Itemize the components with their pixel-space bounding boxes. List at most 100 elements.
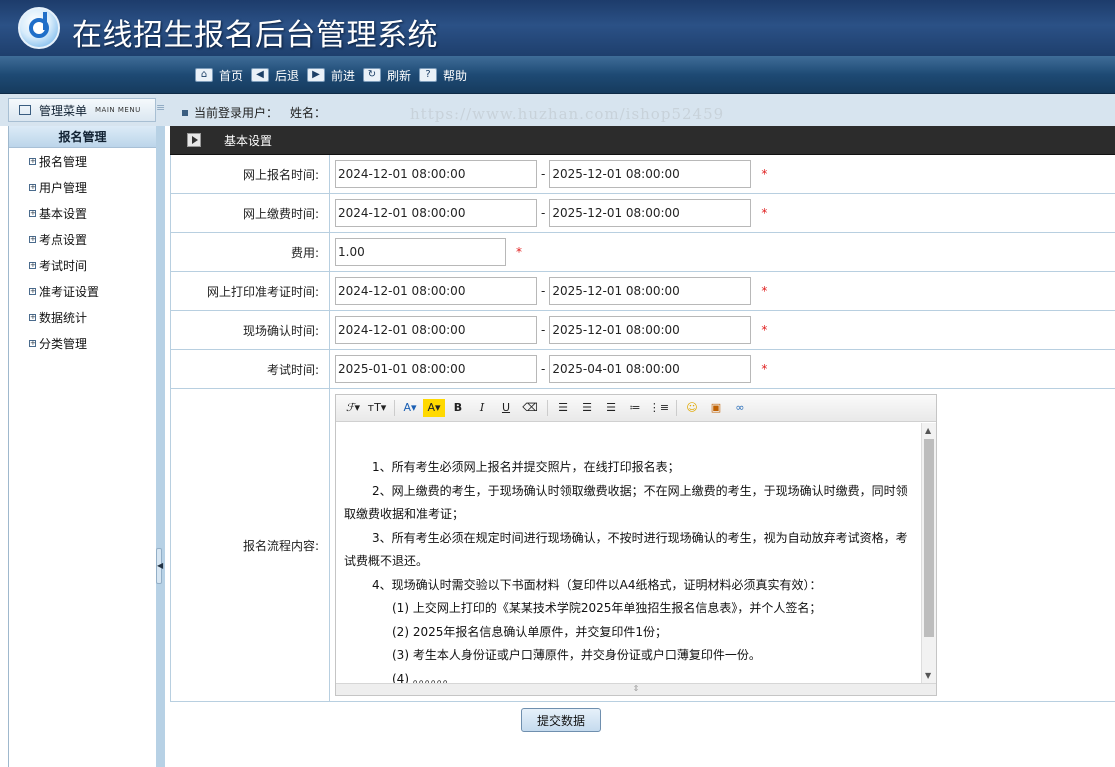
sidebar-item-registration[interactable]: + 报名管理 — [9, 148, 156, 174]
underline-icon[interactable]: U — [495, 399, 517, 417]
sidebar-group-header[interactable]: 报名管理 — [9, 126, 156, 148]
required-mark: * — [761, 206, 768, 220]
user-info: 当前登录用户： 姓名： — [182, 104, 326, 121]
editor-toolbar: ℱ▾ тT▾ A▾ A▾ B I U ⌫ ☰ ☰ ☰ ≔ ⋮≡ ☺ ▣ ∞ — [336, 395, 936, 422]
required-mark: * — [761, 284, 768, 298]
plus-icon: + — [29, 260, 36, 269]
help-button[interactable]: ? 帮助 — [419, 67, 467, 83]
sidebar-item-basic-settings[interactable]: + 基本设置 — [9, 200, 156, 226]
sidebar-item-categories[interactable]: + 分类管理 — [9, 330, 156, 356]
registration-end-input[interactable]: 2025-12-01 08:00:00 — [549, 160, 752, 188]
back-arrow-icon: ◀ — [251, 68, 269, 82]
form-row-exam-time: 考试时间: 2025-01-01 08:00:00 - 2025-04-01 0… — [170, 350, 1115, 389]
ordered-list-icon[interactable]: ≔ — [624, 399, 646, 417]
form-row-online-payment: 网上缴费时间: 2024-12-01 08:00:00 - 2025-12-01… — [170, 194, 1115, 233]
sidebar-item-users[interactable]: + 用户管理 — [9, 174, 156, 200]
app-header: 在线招生报名后台管理系统 — [0, 0, 1115, 56]
back-button[interactable]: ◀ 后退 — [251, 67, 299, 83]
settings-form: 网上报名时间: 2024-12-01 08:00:00 - 2025-12-01… — [170, 155, 1115, 702]
highlight-color-icon[interactable]: A▾ — [423, 399, 445, 417]
payment-end-input[interactable]: 2025-12-01 08:00:00 — [549, 199, 752, 227]
field-label: 网上报名时间: — [170, 155, 330, 193]
watermark: https://www.huzhan.com/ishop52459 — [410, 105, 725, 123]
exam-start-input[interactable]: 2025-01-01 08:00:00 — [335, 355, 537, 383]
home-icon: ⌂ — [195, 68, 213, 82]
sidebar-item-exam-sites[interactable]: + 考点设置 — [9, 226, 156, 252]
required-mark: * — [761, 362, 768, 376]
emoticon-icon[interactable]: ☺ — [681, 399, 703, 417]
form-row-onsite-confirm: 现场确认时间: 2024-12-01 08:00:00 - 2025-12-01… — [170, 311, 1115, 350]
scroll-thumb[interactable] — [924, 439, 934, 637]
field-label: 费用: — [170, 233, 330, 271]
plus-icon: + — [29, 208, 36, 217]
print-ticket-end-input[interactable]: 2025-12-01 08:00:00 — [549, 277, 752, 305]
bold-icon[interactable]: B — [447, 399, 469, 417]
menu-header: 管理菜单 MAIN MENU — [8, 98, 156, 122]
align-left-icon[interactable]: ☰ — [552, 399, 574, 417]
font-size-icon[interactable]: тT▾ — [366, 399, 388, 417]
editor-paragraph: 1、所有考生必须网上报名并提交照片，在线打印报名表； — [372, 460, 680, 474]
sidebar-item-statistics[interactable]: + 数据统计 — [9, 304, 156, 330]
unordered-list-icon[interactable]: ⋮≡ — [648, 399, 670, 417]
section-title: 基本设置 — [224, 133, 273, 148]
sidebar-splitter[interactable]: ◀ — [156, 126, 165, 767]
form-row-process-content: 报名流程内容: ℱ▾ тT▾ A▾ A▾ B I U ⌫ ☰ ☰ ☰ ≔ ⋮≡ … — [170, 389, 1115, 702]
required-mark: * — [516, 245, 522, 259]
sidebar-item-admission-ticket[interactable]: + 准考证设置 — [9, 278, 156, 304]
field-label: 现场确认时间: — [170, 311, 330, 349]
editor-subitem: (2) 2025年报名信息确认单原件，并交复印件1份； — [392, 624, 667, 639]
exam-end-input[interactable]: 2025-04-01 08:00:00 — [549, 355, 752, 383]
confirm-start-input[interactable]: 2024-12-01 08:00:00 — [335, 316, 537, 344]
refresh-icon: ↻ — [363, 68, 381, 82]
plus-icon: + — [29, 234, 36, 243]
play-icon — [187, 133, 201, 147]
confirm-end-input[interactable]: 2025-12-01 08:00:00 — [549, 316, 752, 344]
align-right-icon[interactable]: ☰ — [600, 399, 622, 417]
field-label: 网上打印准考证时间: — [170, 272, 330, 310]
forward-arrow-icon: ▶ — [307, 68, 325, 82]
info-band: 管理菜单 MAIN MENU ≡ 当前登录用户： 姓名： https://www… — [0, 94, 1115, 126]
font-family-icon[interactable]: ℱ▾ — [342, 399, 364, 417]
link-icon[interactable]: ∞ — [729, 399, 751, 417]
form-row-print-ticket: 网上打印准考证时间: 2024-12-01 08:00:00 - 2025-12… — [170, 272, 1115, 311]
form-row-fee: 费用: 1.00 * — [170, 233, 1115, 272]
scroll-down-icon[interactable]: ▼ — [925, 671, 931, 680]
app-logo-icon — [18, 7, 60, 49]
menu-icon — [19, 105, 31, 115]
nav-toolbar: ⌂ 首页 ◀ 后退 ▶ 前进 ↻ 刷新 ? 帮助 — [0, 56, 1115, 94]
editor-subitem: (3) 考生本人身份证或户口薄原件，并交身份证或户口薄复印件一份。 — [392, 648, 761, 662]
collapse-arrow-icon[interactable]: ◀ — [156, 548, 163, 584]
fee-input[interactable]: 1.00 — [335, 238, 506, 266]
italic-icon[interactable]: I — [471, 399, 493, 417]
editor-subitem: (1) 上交网上打印的《某某技术学院2025年单独招生报名信息表》，并个人签名； — [392, 601, 822, 615]
field-label: 报名流程内容: — [170, 389, 330, 701]
registration-start-input[interactable]: 2024-12-01 08:00:00 — [335, 160, 537, 188]
required-mark: * — [761, 323, 768, 337]
forward-button[interactable]: ▶ 前进 — [307, 67, 355, 83]
menu-toggle-icon[interactable]: ≡ — [156, 102, 166, 114]
print-ticket-start-input[interactable]: 2024-12-01 08:00:00 — [335, 277, 537, 305]
image-icon[interactable]: ▣ — [705, 399, 727, 417]
editor-paragraph: 4、现场确认时需交验以下书面材料（复印件以A4纸格式，证明材料必须真实有效）： — [372, 577, 822, 592]
scroll-up-icon[interactable]: ▲ — [925, 426, 931, 435]
editor-resize-handle[interactable]: ⇕ — [336, 683, 936, 695]
refresh-button[interactable]: ↻ 刷新 — [363, 67, 411, 83]
submit-button[interactable]: 提交数据 — [521, 708, 601, 732]
align-center-icon[interactable]: ☰ — [576, 399, 598, 417]
home-button[interactable]: ⌂ 首页 — [195, 67, 243, 83]
app-title: 在线招生报名后台管理系统 — [72, 18, 438, 53]
eraser-icon[interactable]: ⌫ — [519, 399, 541, 417]
editor-scrollbar[interactable]: ▲ ▼ — [921, 423, 936, 683]
help-icon: ? — [419, 68, 437, 82]
sidebar-item-exam-time[interactable]: + 考试时间 — [9, 252, 156, 278]
plus-icon: + — [29, 182, 36, 191]
font-color-icon[interactable]: A▾ — [399, 399, 421, 417]
required-mark: * — [761, 167, 768, 181]
plus-icon: + — [29, 338, 36, 347]
bullet-icon — [182, 109, 188, 116]
sidebar: 报名管理 + 报名管理 + 用户管理 + 基本设置 + 考点设置 + 考试时间 + 准考证设… — [8, 126, 156, 767]
payment-start-input[interactable]: 2024-12-01 08:00:00 — [335, 199, 537, 227]
field-label: 考试时间: — [170, 350, 330, 388]
rich-text-editor[interactable]: ℱ▾ тT▾ A▾ A▾ B I U ⌫ ☰ ☰ ☰ ≔ ⋮≡ ☺ ▣ ∞ 1、… — [335, 394, 937, 696]
editor-content[interactable]: 1、所有考生必须网上报名并提交照片，在线打印报名表； 2、网上缴费的考生，于现场… — [336, 423, 922, 686]
